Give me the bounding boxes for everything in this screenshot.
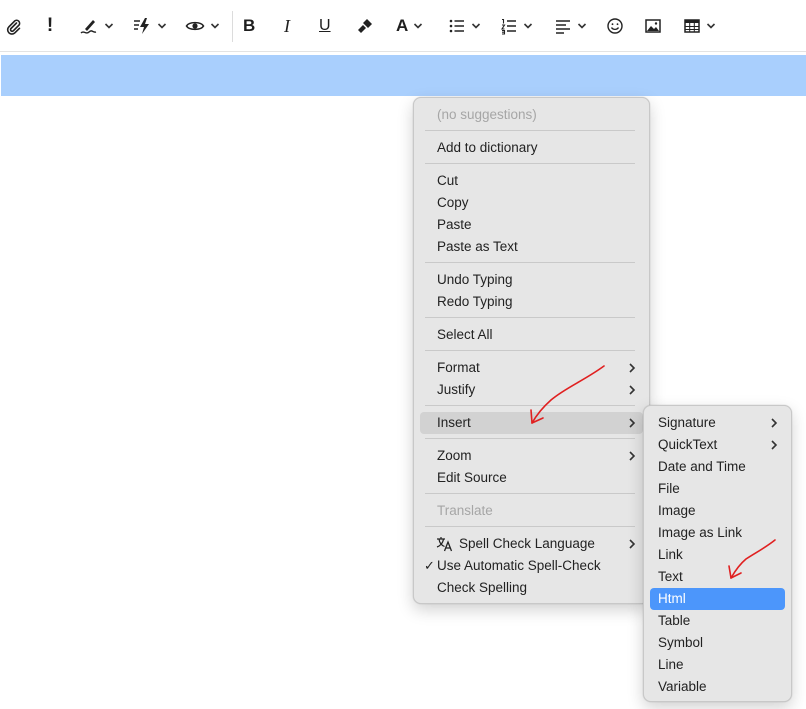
menu-item-copy[interactable]: Copy <box>420 192 643 214</box>
checkmark-icon: ✓ <box>424 558 435 573</box>
menu-item-format[interactable]: Format <box>420 357 643 379</box>
formatting-toolbar: ! B I U A <box>0 0 806 52</box>
chevron-down-icon <box>706 23 716 29</box>
chevron-right-icon <box>628 533 636 555</box>
insert-image-button[interactable] <box>644 12 662 40</box>
font-icon: A <box>396 16 409 35</box>
submenu-item-image[interactable]: Image <box>650 500 785 522</box>
bold-icon: B <box>243 16 256 35</box>
chevron-right-icon <box>770 412 778 434</box>
menu-item-use-automatic-spell-check[interactable]: ✓ Use Automatic Spell-Check <box>420 555 643 577</box>
exclamation-icon: ! <box>46 15 54 36</box>
underline-icon: U <box>319 17 331 34</box>
align-button[interactable] <box>554 12 587 40</box>
submenu-item-symbol[interactable]: Symbol <box>650 632 785 654</box>
italic-icon: I <box>284 15 290 36</box>
chevron-right-icon <box>628 412 636 434</box>
menu-item-select-all[interactable]: Select All <box>420 324 643 346</box>
menu-item-add-to-dictionary[interactable]: Add to dictionary <box>420 137 643 159</box>
submenu-item-quicktext[interactable]: QuickText <box>650 434 785 456</box>
preview-button[interactable] <box>185 12 220 40</box>
submenu-item-table[interactable]: Table <box>650 610 785 632</box>
menu-item-spell-check-language[interactable]: Spell Check Language <box>420 533 643 555</box>
menu-item-redo-typing[interactable]: Redo Typing <box>420 291 643 313</box>
context-menu: (no suggestions) Add to dictionary Cut C… <box>413 97 650 604</box>
bullets-button[interactable] <box>448 12 481 40</box>
menu-item-insert[interactable]: Insert <box>420 412 643 434</box>
submenu-item-link[interactable]: Link <box>650 544 785 566</box>
menu-item-justify[interactable]: Justify <box>420 379 643 401</box>
quick-actions-button[interactable] <box>132 12 167 40</box>
menu-item-zoom[interactable]: Zoom <box>420 445 643 467</box>
submenu-item-date-and-time[interactable]: Date and Time <box>650 456 785 478</box>
attach-button[interactable] <box>4 12 22 40</box>
menu-separator <box>425 130 635 131</box>
selected-text-line[interactable] <box>1 55 806 96</box>
numbering-button[interactable] <box>500 12 533 40</box>
signature-button[interactable] <box>79 12 114 40</box>
menu-item-edit-source[interactable]: Edit Source <box>420 467 643 489</box>
bold-button[interactable]: B <box>243 12 255 40</box>
menu-item-paste[interactable]: Paste <box>420 214 643 236</box>
menu-item-translate: Translate <box>437 503 493 518</box>
format-painter-button[interactable] <box>356 12 374 40</box>
numbered-list-icon <box>501 18 516 35</box>
emoji-button[interactable] <box>606 12 624 40</box>
menu-item-cut[interactable]: Cut <box>420 170 643 192</box>
chevron-right-icon <box>628 379 636 401</box>
menu-separator <box>425 350 635 351</box>
smiley-icon <box>607 18 623 34</box>
align-left-icon <box>556 20 570 34</box>
chevron-down-icon <box>577 23 587 29</box>
menu-separator <box>425 493 635 494</box>
table-icon <box>684 19 700 33</box>
paintbrush-icon <box>358 19 372 33</box>
insert-submenu: Signature QuickText Date and Time File I… <box>643 405 792 702</box>
submenu-item-signature[interactable]: Signature <box>650 412 785 434</box>
insert-table-button[interactable] <box>683 12 716 40</box>
chevron-right-icon <box>628 445 636 467</box>
submenu-item-file[interactable]: File <box>650 478 785 500</box>
toolbar-divider <box>232 11 233 42</box>
menu-separator <box>425 317 635 318</box>
menu-item-paste-as-text[interactable]: Paste as Text <box>420 236 643 258</box>
chevron-right-icon <box>770 434 778 456</box>
submenu-item-line[interactable]: Line <box>650 654 785 676</box>
paperclip-icon <box>6 19 21 35</box>
quick-actions-icon <box>134 18 149 34</box>
menu-separator <box>425 526 635 527</box>
chevron-down-icon <box>471 23 481 29</box>
chevron-right-icon <box>628 357 636 379</box>
italic-button[interactable]: I <box>284 12 290 40</box>
bulleted-list-icon <box>449 19 464 33</box>
chevron-down-icon <box>104 23 114 29</box>
submenu-item-variable[interactable]: Variable <box>650 676 785 698</box>
eye-icon <box>185 21 205 31</box>
menu-item-check-spelling[interactable]: Check Spelling <box>420 577 643 599</box>
menu-separator <box>425 405 635 406</box>
importance-button[interactable]: ! <box>42 12 58 40</box>
chevron-down-icon <box>414 23 423 29</box>
menu-item-no-suggestions: (no suggestions) <box>437 107 537 122</box>
submenu-item-text[interactable]: Text <box>650 566 785 588</box>
image-icon <box>645 19 661 33</box>
font-button[interactable]: A <box>396 12 423 40</box>
signature-pen-icon <box>80 20 97 34</box>
menu-item-undo-typing[interactable]: Undo Typing <box>420 269 643 291</box>
chevron-down-icon <box>210 23 220 29</box>
underline-button[interactable]: U <box>319 12 331 40</box>
menu-separator <box>425 262 635 263</box>
submenu-item-html[interactable]: Html <box>650 588 785 610</box>
menu-separator <box>425 163 635 164</box>
menu-separator <box>425 438 635 439</box>
chevron-down-icon <box>157 23 167 29</box>
chevron-down-icon <box>523 23 533 29</box>
submenu-item-image-as-link[interactable]: Image as Link <box>650 522 785 544</box>
